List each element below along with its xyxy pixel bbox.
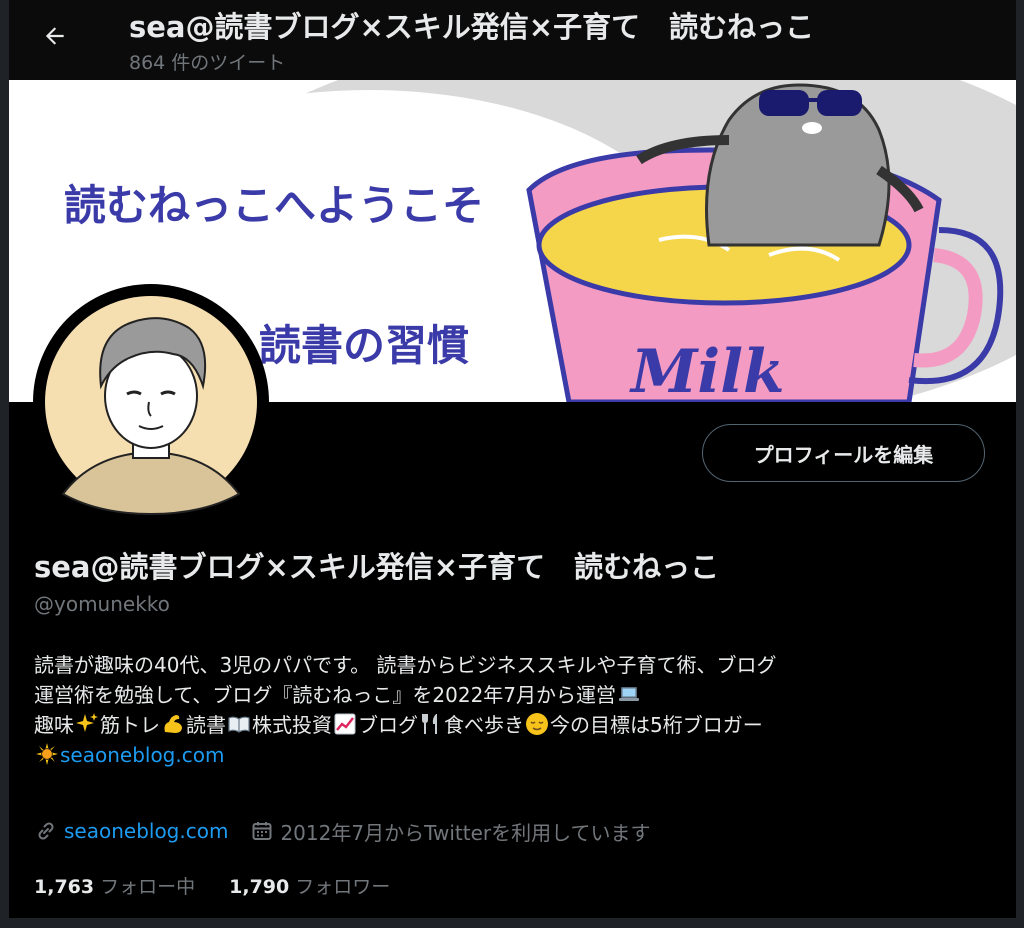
avatar[interactable]	[33, 284, 269, 520]
joined-text: 2012年7月からTwitterを利用しています	[280, 820, 651, 845]
following-stat[interactable]: 1,763 フォロー中	[34, 872, 195, 899]
bio-hobby-stocks: 株式投資	[252, 713, 332, 737]
edit-profile-button[interactable]: プロフィールを編集	[702, 424, 985, 482]
display-name: sea@読書ブログ×スキル発信×子育て 読むねっこ	[34, 550, 720, 584]
following-label: フォロー中	[100, 876, 196, 898]
header-title: sea@読書ブログ×スキル発信×子育て 読むねっこ	[129, 10, 815, 44]
bio: 読書が趣味の40代、3児のパパです。 読書からビジネススキルや子育て術、ブログ …	[34, 650, 984, 770]
link-icon	[38, 822, 54, 840]
fork-knife-emoji	[422, 714, 437, 734]
bio-goal: 今の目標は5桁ブロガー	[550, 713, 763, 737]
window-edge-left	[0, 0, 9, 928]
bio-hobby-food: 食べ歩き	[444, 713, 524, 737]
following-count: 1,763	[34, 876, 95, 898]
follow-stats: 1,763 フォロー中 1,790 フォロワー	[34, 872, 424, 899]
profile-page: sea@読書ブログ×スキル発信×子育て 読むねっこ 864 件のツイート 読むね…	[0, 0, 1024, 928]
followers-count: 1,790	[229, 876, 290, 898]
sun-emoji	[36, 743, 58, 765]
banner-cup-text: Milk	[629, 337, 785, 402]
open-book-emoji	[228, 716, 250, 733]
joined-item: 2012年7月からTwitterを利用しています	[250, 817, 651, 846]
bio-hobby-training: 筋トレ	[100, 713, 160, 737]
sparkles-emoji	[76, 713, 98, 732]
flexed-biceps-emoji	[164, 715, 182, 733]
bio-line-2: 運営術を勉強して、ブログ『読むねっこ』を2022年7月から運営	[34, 680, 984, 710]
back-button[interactable]	[35, 16, 75, 56]
window-edge-right	[1016, 0, 1024, 928]
chart-up-emoji	[334, 713, 356, 735]
window-edge-bottom	[0, 918, 1024, 928]
calendar-icon	[252, 822, 272, 840]
relieved-face-emoji	[526, 713, 548, 735]
banner-habit-text: 読書の習慣	[259, 321, 469, 370]
website-link[interactable]: seaoneblog.com	[64, 819, 228, 843]
profile-header: sea@読書ブログ×スキル発信×子育て 読むねっこ 864 件のツイート	[9, 0, 1016, 80]
avatar-illustration	[37, 288, 265, 516]
laptop-emoji	[619, 687, 640, 701]
bio-line-1: 読書が趣味の40代、3児のパパです。 読書からビジネススキルや子育て術、ブログ	[34, 653, 777, 677]
bio-line-2-text: 運営術を勉強して、ブログ『読むねっこ』を2022年7月から運営	[34, 683, 617, 707]
bio-hobby-label: 趣味	[34, 713, 74, 737]
followers-label: フォロワー	[295, 876, 391, 898]
profile-meta: seaoneblog.com 2012年7月からTwitterを利用しています	[34, 816, 673, 846]
followers-stat[interactable]: 1,790 フォロワー	[229, 872, 390, 899]
banner-welcome-text: 読むねっこへようこそ	[64, 181, 484, 230]
back-arrow-icon	[45, 27, 64, 45]
bio-hobby-blog: ブログ	[358, 713, 418, 737]
tweet-count: 864 件のツイート	[129, 52, 286, 74]
bio-hobby-reading: 読書	[186, 713, 226, 737]
bio-link[interactable]: seaoneblog.com	[60, 743, 224, 767]
bio-line-3: 趣味 筋トレ 読書 株式投資 ブログ 食べ歩き 今の目標は5桁ブロガー	[34, 710, 984, 740]
website-item[interactable]: seaoneblog.com	[34, 819, 228, 843]
handle: @yomunekko	[34, 592, 170, 616]
bio-line-4: seaoneblog.com	[34, 740, 984, 770]
